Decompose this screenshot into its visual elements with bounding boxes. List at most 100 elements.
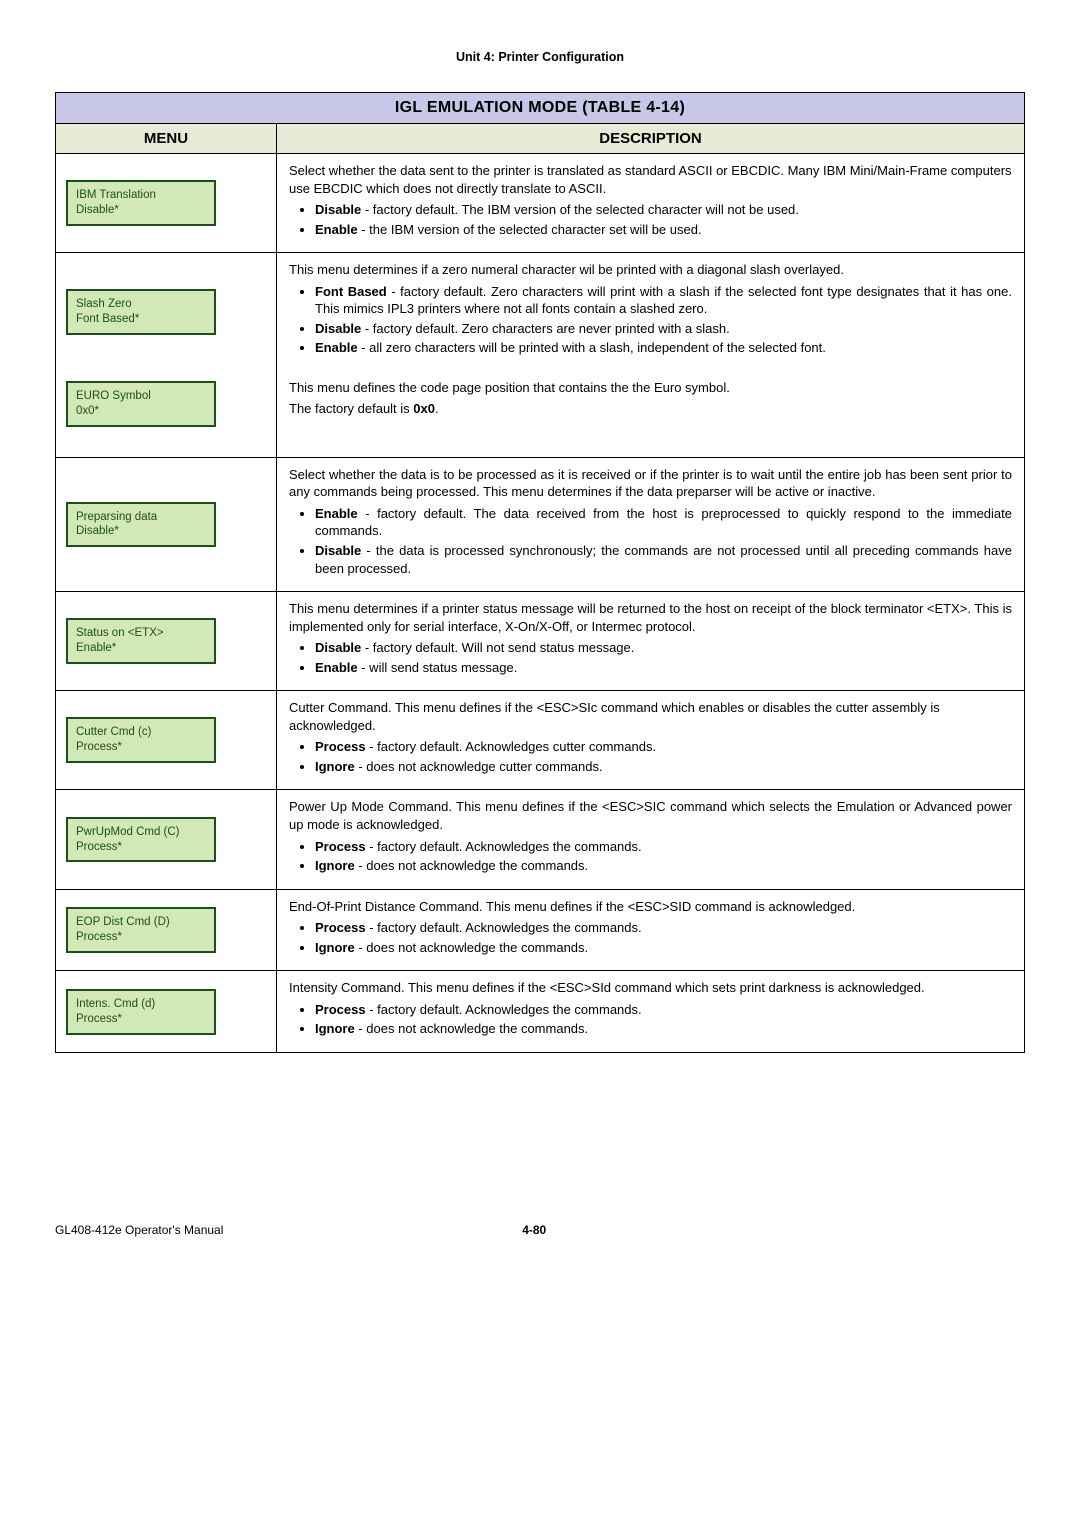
col-header-menu: MENU [56, 124, 277, 154]
option-name: Disable [315, 640, 361, 655]
menu-box-ibm-translation: IBM Translation Disable* [66, 180, 216, 226]
option-list: Process - factory default. Acknowledges … [289, 1001, 1012, 1038]
menu-box-line2: Enable* [76, 641, 206, 656]
menu-box-intens-cmd: Intens. Cmd (d) Process* [66, 989, 216, 1035]
col-header-description: DESCRIPTION [277, 124, 1025, 154]
list-item: Process - factory default. Acknowledges … [315, 1001, 1012, 1019]
option-text: - does not acknowledge the commands. [355, 940, 588, 955]
table-row: IBM Translation Disable* Select whether … [56, 154, 1025, 253]
option-name: Process [315, 839, 366, 854]
list-item: Process - factory default. Acknowledges … [315, 919, 1012, 937]
list-item: Ignore - does not acknowledge cutter com… [315, 758, 1012, 776]
table-title: IGL EMULATION MODE (TABLE 4-14) [56, 93, 1025, 124]
footer-page-number: 4-80 [522, 1223, 546, 1237]
table-row: EOP Dist Cmd (D) Process* End-Of-Print D… [56, 889, 1025, 971]
menu-box-eop-dist-cmd: EOP Dist Cmd (D) Process* [66, 907, 216, 953]
description-intro: End-Of-Print Distance Command. This menu… [289, 898, 1012, 916]
option-name: Process [315, 1002, 366, 1017]
menu-box-line2: 0x0* [76, 404, 206, 419]
option-name: Disable [315, 321, 361, 336]
option-name: Ignore [315, 1021, 355, 1036]
description-intro: Select whether the data sent to the prin… [289, 162, 1012, 197]
menu-box-line2: Font Based* [76, 312, 206, 327]
list-item: Enable - the IBM version of the selected… [315, 221, 1012, 239]
list-item: Process - factory default. Acknowledges … [315, 738, 1012, 756]
list-item: Enable - will send status message. [315, 659, 1012, 677]
menu-box-line1: EOP Dist Cmd (D) [76, 915, 206, 930]
option-name: Enable [315, 660, 358, 675]
option-name: Disable [315, 202, 361, 217]
menu-box-line1: EURO Symbol [76, 389, 206, 404]
option-name: Process [315, 920, 366, 935]
list-item: Disable - factory default. Will not send… [315, 639, 1012, 657]
option-text: - factory default. Acknowledges cutter c… [366, 739, 656, 754]
list-item: Process - factory default. Acknowledges … [315, 838, 1012, 856]
description-intro: Intensity Command. This menu defines if … [289, 979, 1012, 997]
table-row: Preparsing data Disable* Select whether … [56, 457, 1025, 591]
description-intro: Select whether the data is to be process… [289, 466, 1012, 501]
option-list: Enable - factory default. The data recei… [289, 505, 1012, 577]
table-row: PwrUpMod Cmd (C) Process* Power Up Mode … [56, 790, 1025, 889]
list-item: Enable - all zero characters will be pri… [315, 339, 1012, 357]
menu-box-line2: Process* [76, 930, 206, 945]
option-name: Ignore [315, 940, 355, 955]
menu-box-line2: Process* [76, 840, 206, 855]
option-list: Disable - factory default. Will not send… [289, 639, 1012, 676]
option-name: Enable [315, 506, 358, 521]
menu-box-line2: Disable* [76, 203, 206, 218]
list-item: Disable - factory default. The IBM versi… [315, 201, 1012, 219]
option-list: Process - factory default. Acknowledges … [289, 838, 1012, 875]
option-text: - does not acknowledge the commands. [355, 1021, 588, 1036]
table-row: Intens. Cmd (d) Process* Intensity Comma… [56, 971, 1025, 1053]
option-text: - factory default. Acknowledges the comm… [366, 1002, 642, 1017]
plain-bold: 0x0 [413, 401, 435, 416]
table-row: EURO Symbol 0x0* This menu defines the c… [56, 371, 1025, 457]
menu-box-line1: Preparsing data [76, 510, 206, 525]
option-text: - factory default. The IBM version of th… [361, 202, 799, 217]
menu-box-status-on-etx: Status on <ETX> Enable* [66, 618, 216, 664]
option-text: - factory default. The data received fro… [315, 506, 1012, 539]
option-text: - factory default. Acknowledges the comm… [366, 839, 642, 854]
plain-pre: The factory default is [289, 401, 413, 416]
menu-box-line1: Cutter Cmd (c) [76, 725, 206, 740]
list-item: Enable - factory default. The data recei… [315, 505, 1012, 540]
option-text: - factory default. Acknowledges the comm… [366, 920, 642, 935]
list-item: Font Based - factory default. Zero chara… [315, 283, 1012, 318]
menu-box-euro-symbol: EURO Symbol 0x0* [66, 381, 216, 427]
option-name: Ignore [315, 858, 355, 873]
page-footer: GL408-412e Operator's Manual 4-80 [55, 1223, 1025, 1237]
description-intro: This menu determines if a zero numeral c… [289, 261, 1012, 279]
option-list: Disable - factory default. The IBM versi… [289, 201, 1012, 238]
menu-box-line1: PwrUpMod Cmd (C) [76, 825, 206, 840]
option-text: - factory default. Zero characters will … [315, 284, 1012, 317]
table-row: Status on <ETX> Enable* This menu determ… [56, 592, 1025, 691]
option-text: - the IBM version of the selected charac… [358, 222, 702, 237]
option-list: Process - factory default. Acknowledges … [289, 738, 1012, 775]
menu-box-line2: Process* [76, 740, 206, 755]
menu-box-line1: Slash Zero [76, 297, 206, 312]
description-intro: This menu determines if a printer status… [289, 600, 1012, 635]
option-name: Disable [315, 543, 361, 558]
footer-left: GL408-412e Operator's Manual [55, 1223, 223, 1237]
menu-box-line1: IBM Translation [76, 188, 206, 203]
option-text: - does not acknowledge the commands. [355, 858, 588, 873]
table-row: Cutter Cmd (c) Process* Cutter Command. … [56, 691, 1025, 790]
option-text: - factory default. Will not send status … [361, 640, 634, 655]
option-text: - the data is processed synchronously; t… [315, 543, 1012, 576]
option-name: Font Based [315, 284, 387, 299]
description-intro: This menu defines the code page position… [289, 379, 1012, 397]
menu-box-slash-zero: Slash Zero Font Based* [66, 289, 216, 335]
list-item: Disable - the data is processed synchron… [315, 542, 1012, 577]
menu-box-cutter-cmd: Cutter Cmd (c) Process* [66, 717, 216, 763]
option-text: - factory default. Zero characters are n… [361, 321, 730, 336]
option-text: - does not acknowledge cutter commands. [355, 759, 603, 774]
option-name: Ignore [315, 759, 355, 774]
plain-post: . [435, 401, 439, 416]
menu-box-preparsing-data: Preparsing data Disable* [66, 502, 216, 548]
description-intro: Power Up Mode Command. This menu defines… [289, 798, 1012, 833]
description-plain: The factory default is 0x0. [289, 400, 1012, 418]
option-text: - will send status message. [358, 660, 518, 675]
menu-box-line1: Status on <ETX> [76, 626, 206, 641]
list-item: Disable - factory default. Zero characte… [315, 320, 1012, 338]
option-name: Process [315, 739, 366, 754]
